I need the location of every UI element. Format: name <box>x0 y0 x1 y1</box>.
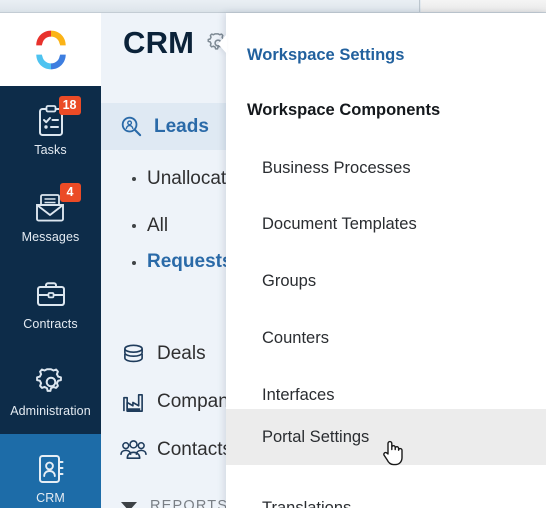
sidebar-item-contracts[interactable]: Contracts <box>0 260 101 347</box>
menu-item-label: Portal Settings <box>262 427 370 446</box>
clipboard-checklist-icon: 18 <box>33 95 81 139</box>
menu-item-label: Counters <box>262 328 329 347</box>
menu-header-workspace-components: Workspace Components <box>226 90 546 130</box>
menu-item-portal-settings[interactable]: Portal Settings <box>226 409 546 465</box>
top-tab-strip <box>0 0 546 13</box>
bullet-icon <box>132 261 136 265</box>
menu-item-label: Workspace Settings <box>247 45 405 64</box>
sidebar-item-crm[interactable]: CRM <box>0 434 101 508</box>
logo-cell[interactable] <box>0 13 101 86</box>
menu-item-label: Document Templates <box>262 214 417 233</box>
chevron-down-icon <box>121 501 137 508</box>
menu-header-label: Workspace Components <box>247 100 441 119</box>
menu-item-groups[interactable]: Groups <box>226 253 546 309</box>
left-sidebar: 18 Tasks 4 Messages Contracts Administra… <box>0 13 101 508</box>
sidebar-item-list: 18 Tasks 4 Messages Contracts Administra… <box>0 86 101 508</box>
bullet-icon <box>132 176 136 181</box>
people-group-icon <box>119 437 147 463</box>
sidebar-item-messages[interactable]: 4 Messages <box>0 173 101 260</box>
sidebar-item-label: Tasks <box>34 142 67 157</box>
menu-item-workspace-settings[interactable]: Workspace Settings <box>226 35 546 75</box>
menu-item-business-processes[interactable]: Business Processes <box>226 140 546 196</box>
briefcase-icon <box>33 277 69 313</box>
nav-item-label: Deals <box>157 343 206 364</box>
sidebar-item-tasks[interactable]: 18 Tasks <box>0 86 101 173</box>
menu-item-label: Groups <box>262 271 317 290</box>
sidebar-item-label: Messages <box>21 229 80 244</box>
sidebar-item-label: Contracts <box>23 316 78 331</box>
contact-book-icon <box>33 451 69 487</box>
menu-item-label: Business Processes <box>262 158 411 177</box>
messages-badge: 4 <box>59 182 81 202</box>
section-leads-label: Leads <box>154 115 209 137</box>
sidebar-item-label: Administration <box>10 403 91 418</box>
dropdown-pointer <box>218 34 227 54</box>
coins-stack-icon <box>119 341 147 367</box>
menu-item-label: Interfaces <box>262 385 335 404</box>
menu-item-document-templates[interactable]: Document Templates <box>226 196 546 252</box>
factory-icon <box>119 389 147 415</box>
sidebar-item-administration[interactable]: Administration <box>0 347 101 434</box>
envelope-mail-icon: 4 <box>33 182 81 226</box>
gear-icon <box>33 364 69 400</box>
list-item-label: All <box>147 214 169 236</box>
reports-label: REPORTS <box>150 498 229 508</box>
menu-item-translations[interactable]: Translations <box>226 480 546 508</box>
sidebar-item-label: CRM <box>36 490 65 505</box>
bullet-icon <box>132 223 136 228</box>
menu-item-label: Translations <box>262 498 352 508</box>
lead-magnifier-icon <box>119 115 143 139</box>
bitrix-logo <box>35 30 66 69</box>
page-title: CRM <box>123 25 195 60</box>
workspace-settings-menu: Workspace Settings Workspace Components … <box>226 13 546 508</box>
nav-item-label: Contacts <box>157 439 232 460</box>
tasks-badge: 18 <box>58 95 81 115</box>
menu-item-counters[interactable]: Counters <box>226 310 546 366</box>
app-root: 18 Tasks 4 Messages Contracts Administra… <box>0 0 546 508</box>
